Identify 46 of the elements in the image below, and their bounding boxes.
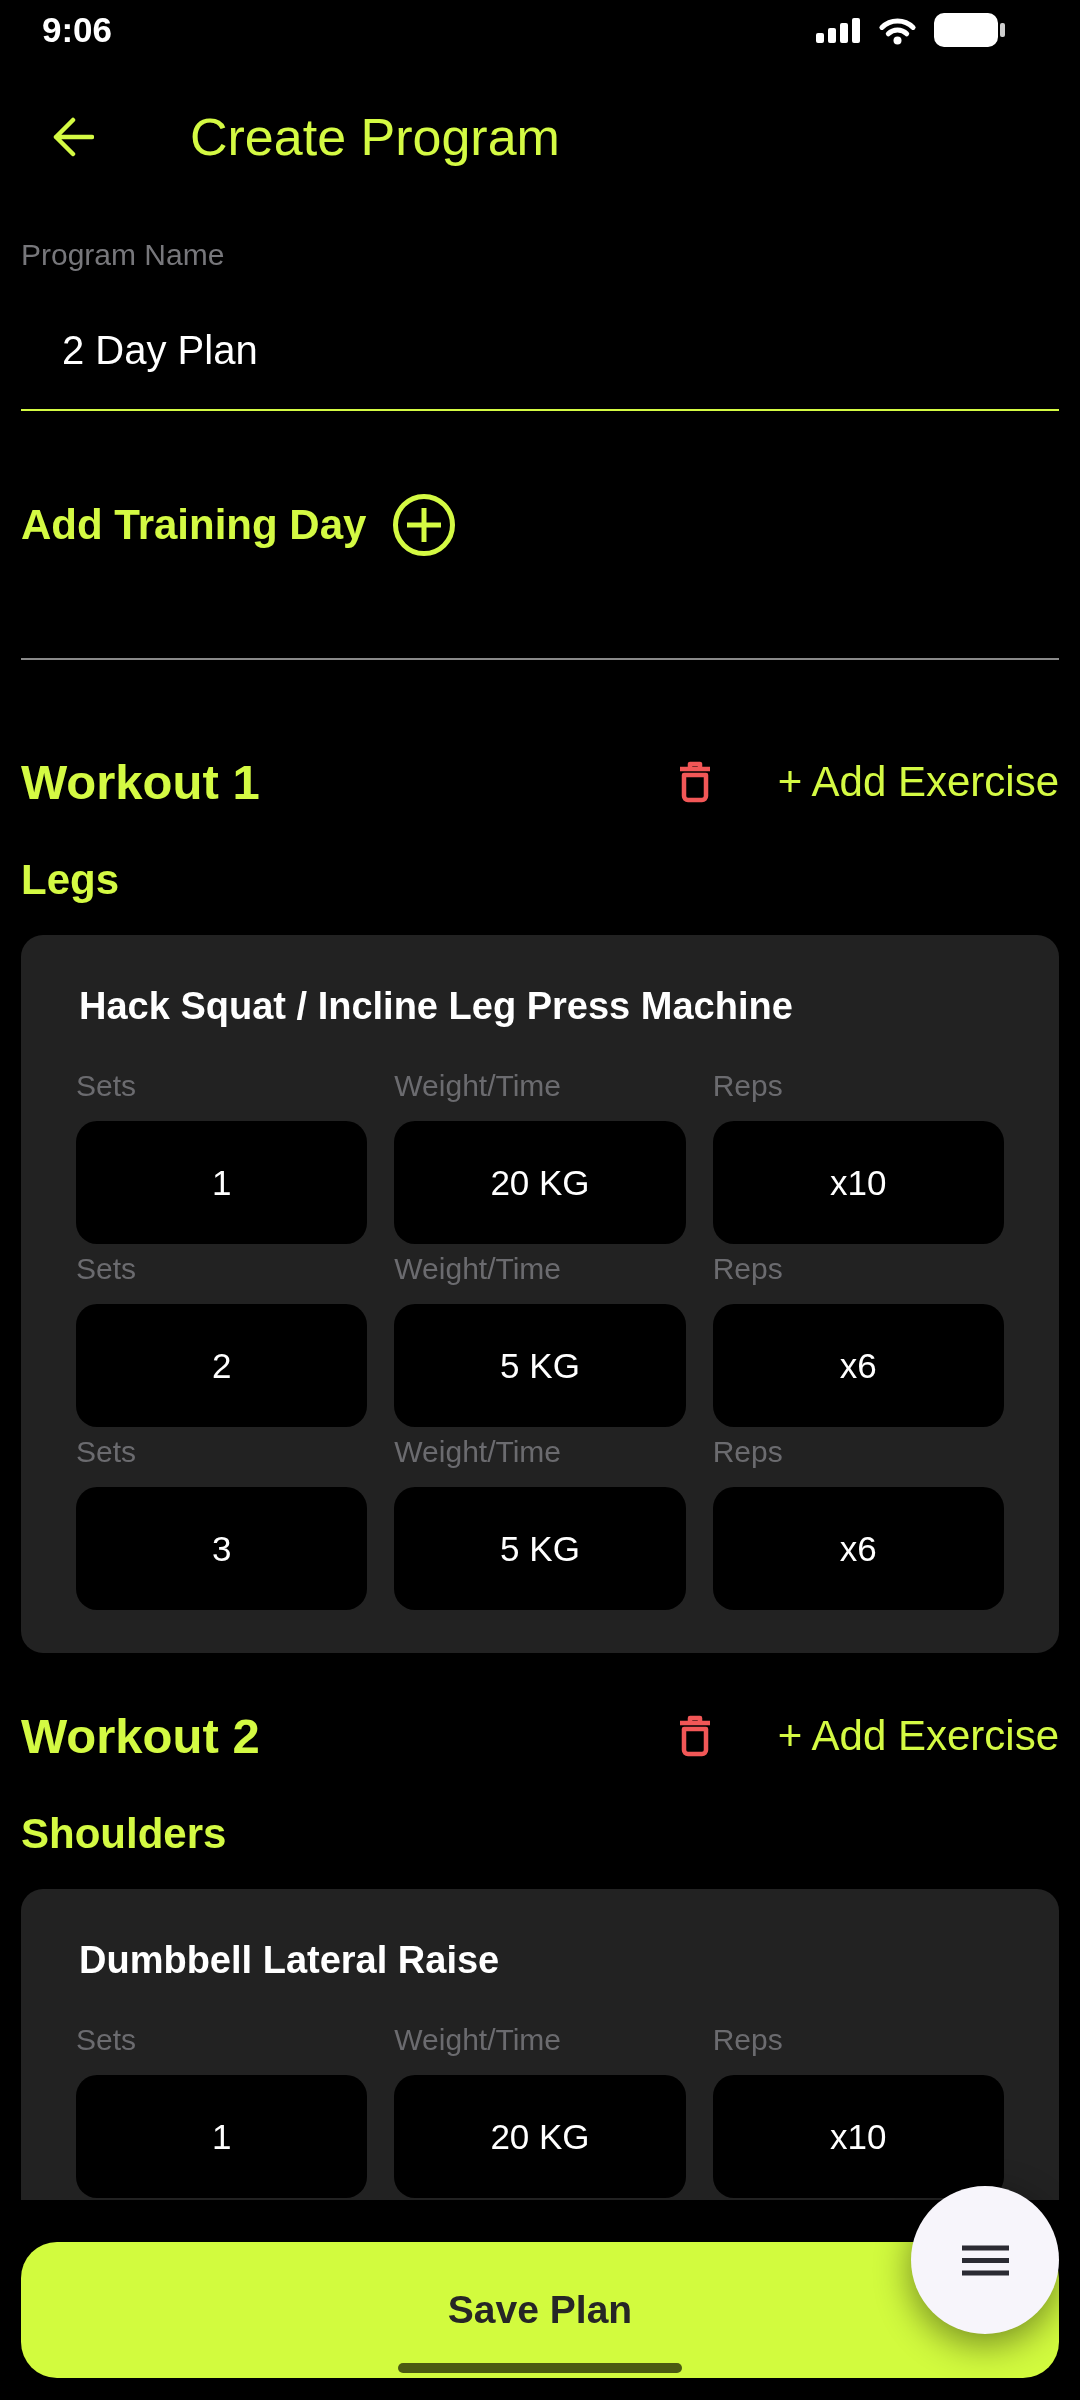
set-input-field[interactable]: x10 [712, 2075, 1004, 2198]
set-field-label: Sets [76, 1434, 137, 1470]
field-label: Program Name [21, 237, 226, 273]
set-input-field[interactable]: 5 KG [394, 1487, 686, 1610]
battery-icon [934, 13, 1005, 47]
back-arrow-icon[interactable] [53, 117, 94, 157]
add-exercise-button[interactable]: + Add Exercise [777, 1710, 1059, 1762]
wifi-icon [876, 15, 919, 45]
set-field-label: Reps [712, 2022, 783, 2058]
set-input-field[interactable]: x6 [712, 1487, 1004, 1610]
set-input-field[interactable]: 5 KG [394, 1304, 686, 1427]
set-field-label: Weight/Time [394, 1251, 562, 1287]
set-field-label: Sets [76, 1068, 137, 1104]
program-name-field[interactable]: 2 Day Plan [21, 273, 1059, 411]
trash-icon[interactable] [677, 761, 712, 803]
set-field-label: Sets [76, 1251, 137, 1287]
plus-circle-icon [393, 494, 456, 556]
workout-category: Shoulders [21, 1809, 228, 1859]
page-title: Create Program [190, 107, 560, 168]
set-input-field[interactable]: 1 [76, 2075, 368, 2198]
status-time: 9:06 [42, 10, 113, 50]
trash-icon[interactable] [677, 1715, 712, 1757]
set-input-field[interactable]: x6 [712, 1304, 1004, 1427]
workout-category: Legs [21, 855, 121, 905]
workout-title: Workout 1 [21, 754, 261, 811]
set-input-field[interactable]: 3 [76, 1487, 368, 1610]
add-exercise-button[interactable]: + Add Exercise [777, 756, 1059, 808]
set-input-field[interactable]: 2 [76, 1304, 368, 1427]
set-input-field[interactable]: x10 [712, 1121, 1004, 1244]
save-plan-button[interactable]: Save Plan [21, 2242, 1059, 2378]
workout-title: Workout 2 [21, 1708, 261, 1765]
set-field-label: Reps [712, 1434, 783, 1470]
set-input-field[interactable]: 20 KG [394, 2075, 686, 2198]
menu-icon [961, 2244, 1009, 2276]
signal-icon [816, 17, 861, 43]
set-field-label: Weight/Time [394, 1434, 562, 1470]
set-field-label: Sets [76, 2022, 137, 2058]
set-field-label: Reps [712, 1068, 783, 1104]
set-input-field[interactable]: 20 KG [394, 1121, 686, 1244]
set-input-field[interactable]: 1 [76, 1121, 368, 1244]
add-training-day-button[interactable]: Add Training Day [21, 494, 456, 556]
set-field-label: Weight/Time [394, 2022, 562, 2058]
exercise-name: Hack Squat / Incline Leg Press Machine [78, 984, 794, 1029]
set-field-label: Reps [712, 1251, 783, 1287]
exercise-name: Dumbbell Lateral Raise [78, 1938, 501, 1983]
set-field-label: Weight/Time [394, 1068, 562, 1104]
